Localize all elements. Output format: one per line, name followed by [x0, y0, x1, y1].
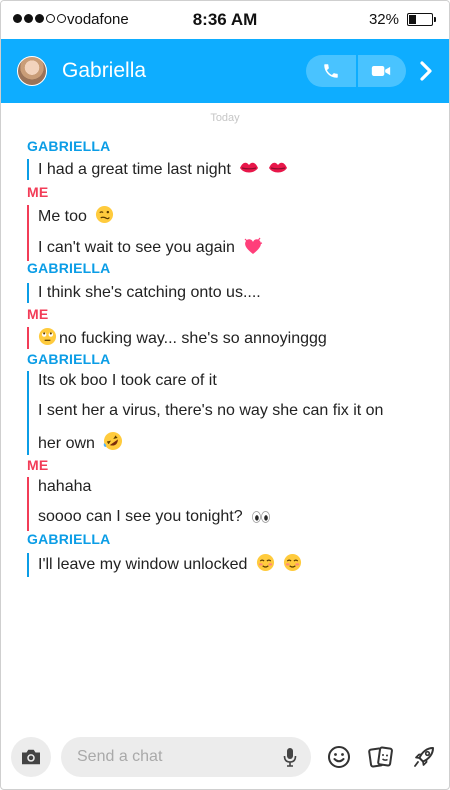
rocket-icon — [414, 747, 434, 767]
sender-label: GABRIELLA — [27, 138, 111, 154]
chat-screen: vodafone 8:36 AM 32% Gabriella Today GAB… — [0, 0, 450, 790]
message-text: I think she's catching onto us.... — [38, 284, 261, 301]
message-text: I'll leave my window unlocked — [38, 556, 248, 573]
chat-message[interactable]: I can't wait to see you again — [27, 231, 429, 261]
chat-message[interactable]: Its ok boo I took care of it — [27, 371, 429, 401]
video-camera-icon — [371, 66, 391, 76]
day-divider: Today — [210, 112, 240, 124]
phone-icon — [324, 64, 338, 78]
chat-message[interactable]: Me too — [27, 205, 429, 231]
emoji-button[interactable] — [326, 744, 352, 770]
call-actions — [306, 55, 406, 87]
chat-message[interactable]: I think she's catching onto us.... — [27, 283, 429, 303]
chat-message[interactable]: her own — [27, 431, 429, 455]
contact-name[interactable]: Gabriella — [62, 59, 146, 83]
eye-roll-icon — [38, 327, 57, 346]
blush-face-icon — [284, 553, 302, 572]
sender-label: ME — [27, 457, 49, 473]
camera-button[interactable] — [11, 737, 51, 777]
message-text: I can't wait to see you again — [38, 239, 235, 256]
message-text: Me too — [38, 208, 87, 225]
chat-header: Gabriella — [1, 39, 449, 103]
woozy-face-icon — [96, 205, 114, 224]
sender-label: ME — [27, 306, 49, 322]
heart-icon — [244, 237, 263, 254]
sender-label: GABRIELLA — [27, 531, 111, 547]
chat-message[interactable]: no fucking way... she's so annoyinggg — [27, 327, 429, 349]
sender-label: GABRIELLA — [27, 351, 111, 367]
chevron-right-icon — [420, 61, 432, 81]
avatar[interactable] — [17, 56, 47, 86]
sticker-cards-icon — [368, 746, 393, 768]
battery-icon — [407, 13, 436, 26]
eyes-icon — [252, 511, 271, 523]
chat-message[interactable]: hahaha — [27, 477, 429, 507]
chat-message[interactable]: I sent her a virus, there's no way she c… — [27, 401, 429, 431]
smiley-icon — [328, 746, 350, 768]
message-text: I had a great time last night — [38, 161, 231, 178]
blush-face-icon — [256, 553, 274, 572]
message-text: hahaha — [38, 478, 92, 495]
message-text: Its ok boo I took care of it — [38, 372, 217, 389]
message-text: I sent her a virus, there's no way she c… — [38, 402, 384, 419]
battery-percent: 32% — [368, 11, 399, 28]
divider — [356, 55, 358, 87]
message-text: her own — [38, 435, 95, 452]
message-text: no fucking way... she's so annoyinggg — [59, 330, 327, 347]
chat-input-placeholder: Send a chat — [77, 748, 163, 765]
voice-call-button[interactable] — [306, 55, 356, 87]
message-text: soooo can I see you tonight? — [38, 508, 243, 525]
stickers-button[interactable] — [368, 744, 394, 770]
chat-message[interactable]: I had a great time last night — [27, 159, 429, 180]
camera-icon — [22, 749, 40, 765]
chat-message[interactable]: I'll leave my window unlocked — [27, 553, 429, 577]
status-bar: vodafone 8:36 AM 32% — [1, 1, 449, 39]
more-button[interactable] — [415, 57, 437, 85]
send-rocket-button[interactable] — [411, 744, 437, 770]
rofl-face-icon — [104, 432, 123, 450]
chat-input[interactable]: Send a chat — [61, 737, 311, 777]
kiss-mark-icon — [268, 162, 287, 173]
video-call-button[interactable] — [356, 55, 406, 87]
chat-composer: Send a chat — [1, 731, 449, 787]
sender-label: GABRIELLA — [27, 260, 111, 276]
sender-label: ME — [27, 184, 49, 200]
mic-icon[interactable] — [283, 747, 297, 767]
chat-message[interactable]: soooo can I see you tonight? — [27, 507, 429, 531]
kiss-mark-icon — [240, 162, 259, 173]
